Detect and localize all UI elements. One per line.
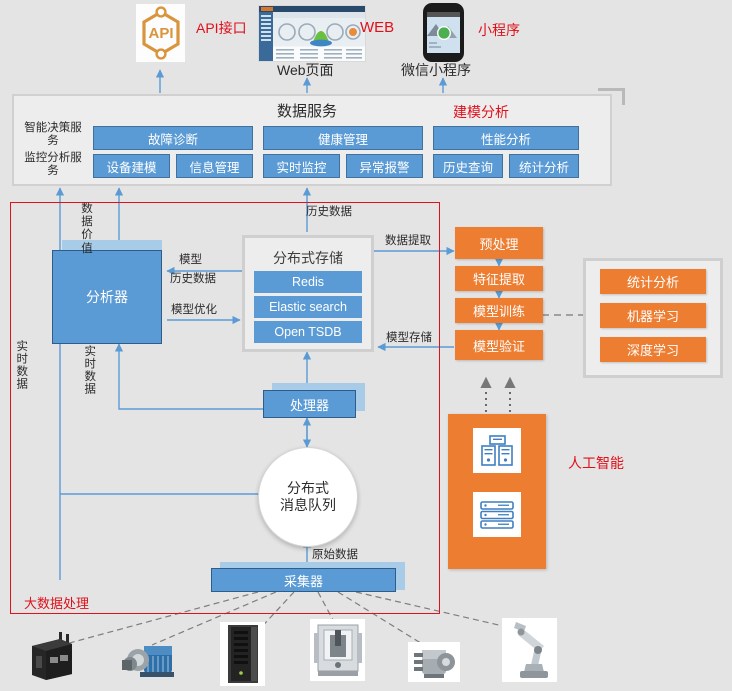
api-hexagon-icon: API bbox=[136, 4, 185, 62]
flow-label-data-value: 数据价值 bbox=[81, 203, 93, 255]
phone-screen bbox=[427, 12, 460, 53]
btn-abnormal-alarm[interactable]: 异常报警 bbox=[346, 154, 423, 178]
algo-statistical-analysis[interactable]: 统计分析 bbox=[600, 269, 706, 294]
btn-history-query[interactable]: 历史查询 bbox=[433, 154, 503, 178]
ai-step-preprocess[interactable]: 预处理 bbox=[455, 227, 543, 259]
miniapp-red-label: 小程序 bbox=[478, 22, 520, 38]
storage-item-elasticsearch[interactable]: Elastic search bbox=[254, 296, 362, 318]
flow-label-data-extract: 数据提取 bbox=[385, 235, 431, 247]
flow-label-history-data-mid: 历史数据 bbox=[170, 273, 216, 285]
processor-box[interactable]: 处理器 bbox=[263, 390, 356, 418]
btn-health-management[interactable]: 健康管理 bbox=[263, 126, 423, 150]
monitor-analysis-service-label: 监控分析服务 bbox=[24, 152, 82, 178]
queue-line-1: 分布式 bbox=[287, 479, 329, 496]
collector-box[interactable]: 采集器 bbox=[211, 568, 396, 592]
flow-label-model-store: 模型存储 bbox=[386, 332, 432, 344]
industrial-controller-icon bbox=[32, 632, 72, 680]
queue-line-2: 消息队列 bbox=[280, 497, 336, 513]
server-cabinet-device bbox=[220, 622, 265, 686]
algo-deep-learning[interactable]: 深度学习 bbox=[600, 337, 706, 362]
server-tower-icon bbox=[481, 434, 513, 466]
web-dashboard-glyph bbox=[259, 6, 365, 61]
flow-label-model-optimize: 模型优化 bbox=[171, 304, 217, 316]
web-caption: Web页面 bbox=[277, 62, 334, 78]
flow-label-raw-data: 原始数据 bbox=[312, 549, 358, 561]
distributed-message-queue[interactable]: 分布式 消息队列 bbox=[258, 447, 358, 547]
flow-label-realtime-left: 实时数据 bbox=[15, 340, 28, 390]
cpu-cluster-tile[interactable] bbox=[473, 428, 521, 473]
flow-label-realtime-mid: 实时数据 bbox=[83, 345, 96, 395]
miniapp-caption: 微信小程序 bbox=[401, 62, 471, 78]
motor-pump-icon bbox=[122, 646, 174, 677]
btn-info-management[interactable]: 信息管理 bbox=[176, 154, 253, 178]
smartphone-icon bbox=[423, 3, 464, 62]
gpu-cluster-tile[interactable] bbox=[473, 492, 521, 537]
svg-text:API: API bbox=[148, 25, 173, 42]
robot-arm-device bbox=[502, 618, 557, 682]
data-service-title: 数据服务 bbox=[277, 103, 338, 120]
storage-item-opentsdb[interactable]: Open TSDB bbox=[254, 321, 362, 343]
ai-step-model-validate[interactable]: 模型验证 bbox=[455, 330, 543, 360]
api-hexagon-glyph: API bbox=[141, 6, 180, 60]
ai-step-feature-extract[interactable]: 特征提取 bbox=[455, 266, 543, 291]
api-red-label: API接口 bbox=[196, 20, 247, 36]
web-red-label: WEB bbox=[360, 19, 395, 36]
algo-machine-learning[interactable]: 机器学习 bbox=[600, 303, 706, 328]
server-cabinet-icon bbox=[227, 625, 258, 683]
gear-motor-device bbox=[408, 642, 460, 682]
industrial-controller-device bbox=[26, 630, 84, 682]
btn-device-modeling[interactable]: 设备建模 bbox=[93, 154, 170, 178]
distributed-storage-title: 分布式存储 bbox=[273, 250, 343, 266]
robot-arm-icon bbox=[513, 622, 548, 678]
btn-realtime-monitor[interactable]: 实时监控 bbox=[263, 154, 340, 178]
cnc-machine-icon bbox=[313, 624, 362, 676]
cpu-cluster-caption: CPU集群 bbox=[448, 475, 732, 491]
ai-red-label: 人工智能 bbox=[568, 455, 624, 471]
gpu-cluster-caption: GPU集群 bbox=[448, 540, 732, 556]
analyzer-box[interactable]: 分析器 bbox=[52, 250, 162, 344]
cnc-machine-device bbox=[310, 619, 365, 681]
architecture-diagram: API API接口 WEB Web页面 小程序 微信小程序 数据服务 建模分析 … bbox=[0, 0, 732, 691]
btn-performance-analysis[interactable]: 性能分析 bbox=[433, 126, 579, 150]
motor-pump-device bbox=[118, 636, 182, 684]
storage-item-redis[interactable]: Redis bbox=[254, 271, 362, 293]
flow-label-model: 模型 bbox=[179, 254, 202, 266]
ai-step-model-train[interactable]: 模型训练 bbox=[455, 298, 543, 323]
gear-motor-icon bbox=[414, 650, 455, 678]
flow-label-history-data-top: 历史数据 bbox=[306, 206, 352, 218]
btn-fault-diagnosis[interactable]: 故障诊断 bbox=[93, 126, 253, 150]
server-rack-icon bbox=[480, 500, 514, 529]
web-dashboard-thumbnail bbox=[258, 5, 366, 62]
modeling-analysis-title: 建模分析 bbox=[453, 104, 509, 120]
miniapp-screen-glyph bbox=[427, 12, 460, 53]
smart-decision-service-label: 智能决策服务 bbox=[24, 122, 82, 148]
btn-statistical-analysis[interactable]: 统计分析 bbox=[509, 154, 579, 178]
bigdata-region-label: 大数据处理 bbox=[24, 596, 90, 611]
